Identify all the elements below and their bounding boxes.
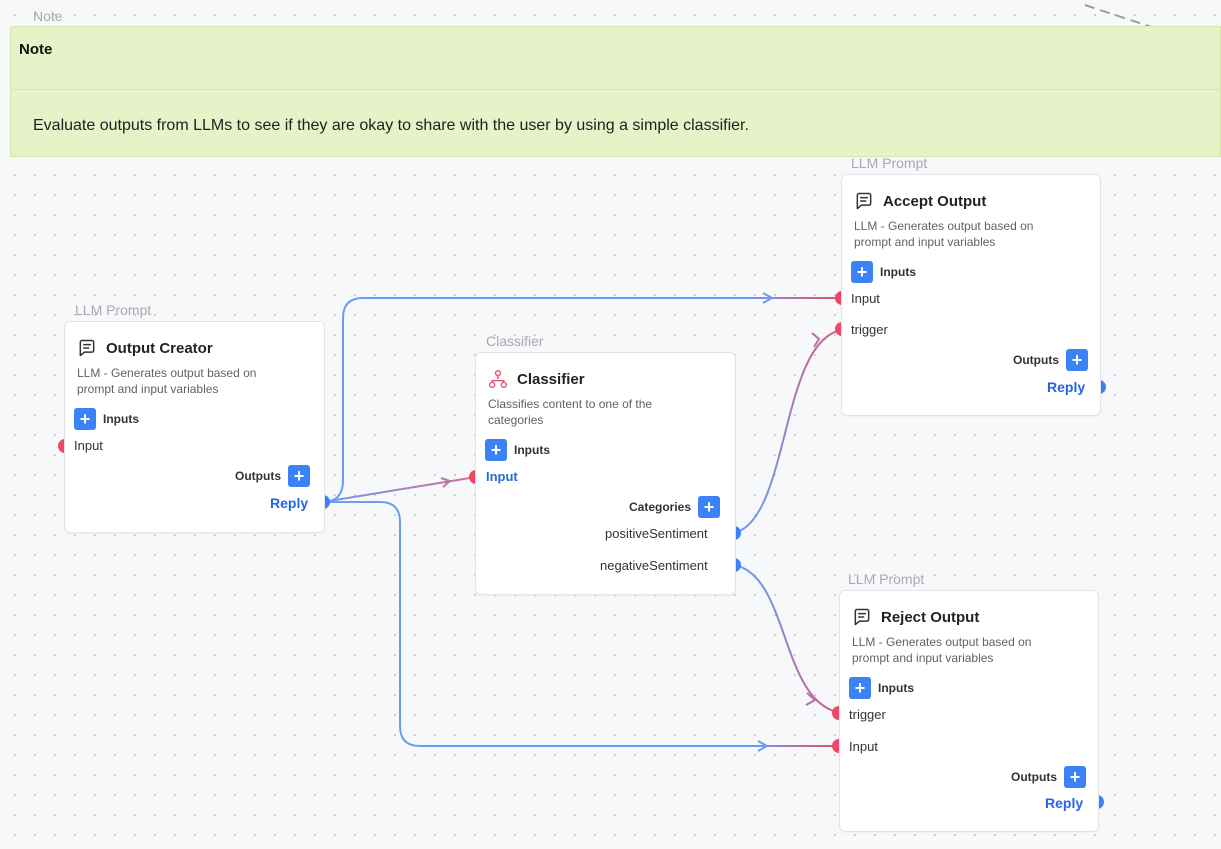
wire-arrow bbox=[805, 692, 817, 706]
category-negative: negativeSentiment bbox=[600, 558, 708, 573]
node-title: Reject Output bbox=[881, 608, 980, 626]
node-description: Classifies content to one of the categor… bbox=[488, 397, 653, 427]
node-description: LLM - Generates output based on prompt a… bbox=[854, 219, 1034, 249]
message-square-icon bbox=[854, 608, 870, 626]
node-output-creator[interactable]: Output Creator LLM - Generates output ba… bbox=[64, 321, 325, 533]
note-text: Evaluate outputs from LLMs to see if the… bbox=[33, 117, 749, 134]
input-port-label: Input bbox=[849, 739, 878, 754]
wire-reply-to-classifier-input bbox=[322, 476, 477, 503]
inputs-label: Inputs bbox=[514, 443, 550, 457]
node-tag: LLM Prompt bbox=[75, 302, 152, 318]
message-square-icon bbox=[856, 192, 872, 210]
message-square-icon bbox=[79, 339, 95, 357]
outputs-label: Outputs bbox=[235, 469, 281, 483]
reply-output-label: Reply bbox=[1045, 795, 1084, 811]
trigger-port-label: trigger bbox=[851, 322, 888, 337]
input-port-label: Input bbox=[851, 291, 880, 306]
reply-output-label: Reply bbox=[270, 495, 309, 511]
node-tag: Classifier bbox=[486, 333, 544, 349]
add-input-button[interactable]: + bbox=[851, 261, 873, 283]
categories-label: Categories bbox=[629, 500, 692, 514]
reply-output-label: Reply bbox=[1047, 379, 1086, 395]
add-output-button[interactable]: + bbox=[1066, 349, 1088, 371]
hierarchy-icon bbox=[488, 369, 508, 389]
trigger-port-label: trigger bbox=[849, 707, 886, 722]
outputs-label: Outputs bbox=[1013, 353, 1059, 367]
node-tag: LLM Prompt bbox=[848, 571, 925, 587]
node-reject-output[interactable]: Reject Output LLM - Generates output bas… bbox=[839, 590, 1099, 832]
inputs-label: Inputs bbox=[103, 412, 139, 426]
node-tag: LLM Prompt bbox=[851, 155, 928, 171]
node-classifier[interactable]: Classifier Classifies content to one of … bbox=[475, 352, 736, 595]
divider bbox=[11, 89, 1220, 90]
add-input-button[interactable]: + bbox=[74, 408, 96, 430]
add-category-button[interactable]: + bbox=[698, 496, 721, 518]
inputs-label: Inputs bbox=[880, 265, 916, 279]
category-positive: positiveSentiment bbox=[605, 526, 708, 541]
flow-canvas[interactable]: Note Note Evaluate outputs from LLMs to … bbox=[0, 0, 1221, 849]
node-title: Classifier bbox=[517, 370, 585, 388]
node-description: LLM - Generates output based on prompt a… bbox=[77, 366, 257, 396]
input-port-label: Input bbox=[74, 438, 103, 453]
node-description: LLM - Generates output based on prompt a… bbox=[852, 635, 1032, 665]
input-port-label: Input bbox=[486, 469, 518, 484]
wire-negative-to-reject-trigger bbox=[733, 564, 843, 714]
node-title: Output Creator bbox=[106, 339, 213, 357]
add-output-button[interactable]: + bbox=[288, 465, 310, 487]
note-card[interactable]: Note Evaluate outputs from LLMs to see i… bbox=[10, 26, 1221, 157]
note-title: Note bbox=[19, 41, 53, 58]
outputs-label: Outputs bbox=[1011, 770, 1057, 784]
add-input-button[interactable]: + bbox=[849, 677, 871, 699]
node-accept-output[interactable]: Accept Output LLM - Generates output bas… bbox=[841, 174, 1101, 416]
add-output-button[interactable]: + bbox=[1064, 766, 1086, 788]
inputs-label: Inputs bbox=[878, 681, 914, 695]
node-title: Accept Output bbox=[883, 192, 987, 210]
wire-positive-to-accept-trigger bbox=[733, 329, 843, 534]
note-tag: Note bbox=[33, 8, 63, 24]
add-input-button[interactable]: + bbox=[485, 439, 507, 461]
